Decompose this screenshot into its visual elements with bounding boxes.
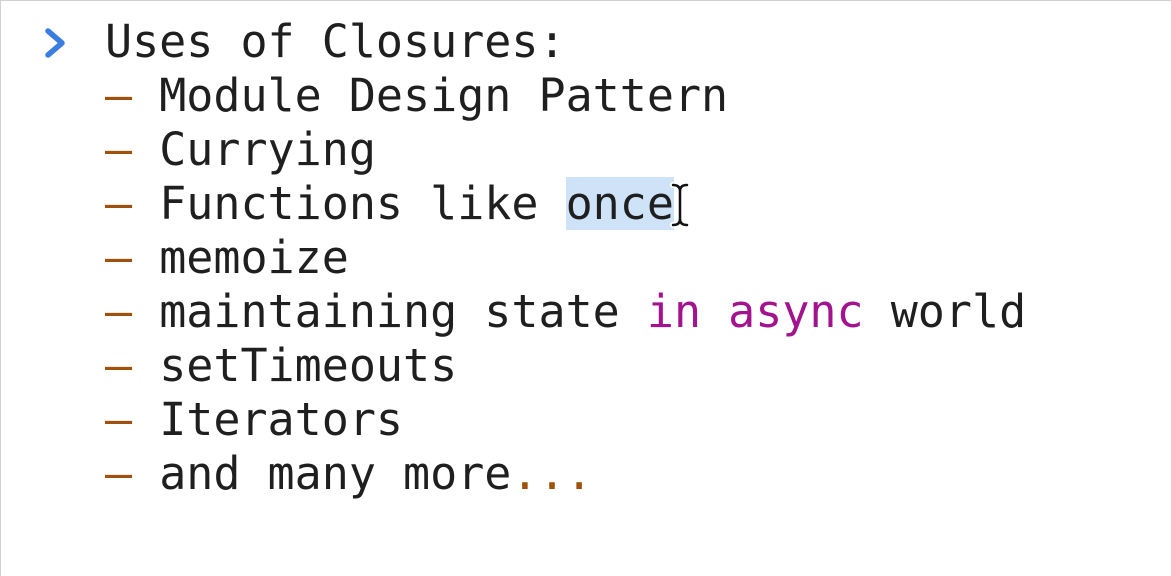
list-item[interactable]: – setTimeouts: [1, 339, 457, 393]
list-dash: –: [105, 177, 133, 230]
list-dash: –: [105, 393, 133, 446]
list-item[interactable]: – Functions like once: [1, 177, 674, 231]
list-item-text: Currying: [159, 123, 376, 176]
console-heading: Uses of Closures:: [105, 15, 566, 68]
list-item-text: Functions like: [159, 177, 566, 230]
list-item[interactable]: – and many more...: [1, 447, 593, 501]
list-item-text: and many more: [159, 447, 512, 500]
list-dash: –: [105, 447, 133, 500]
list-item[interactable]: – Iterators: [1, 393, 403, 447]
heading-line[interactable]: Uses of Closures:: [1, 15, 566, 69]
list-item[interactable]: – memoize: [1, 231, 349, 285]
selected-text[interactable]: once: [565, 177, 674, 230]
list-dash: –: [105, 123, 133, 176]
list-dash: –: [105, 339, 133, 392]
list-dash: –: [105, 285, 133, 338]
list-dash: –: [105, 231, 133, 284]
list-dash: –: [105, 69, 133, 122]
text-cursor-icon: [670, 182, 690, 228]
list-item-text: Module Design Pattern: [159, 69, 729, 122]
list-item[interactable]: – Currying: [1, 123, 376, 177]
list-item[interactable]: – maintaining state in async world: [1, 285, 1026, 339]
keyword-text: in async: [646, 285, 864, 338]
list-item-text: setTimeouts: [159, 339, 458, 392]
list-item[interactable]: – Module Design Pattern: [1, 69, 728, 123]
ellipsis-text: ...: [511, 447, 593, 500]
list-item-text: Iterators: [159, 393, 404, 446]
list-item-text: maintaining state: [159, 285, 647, 338]
list-item-text: memoize: [159, 231, 349, 284]
list-item-text-end: world: [863, 285, 1027, 338]
console-output: Uses of Closures: – Module Design Patter…: [0, 0, 1171, 576]
